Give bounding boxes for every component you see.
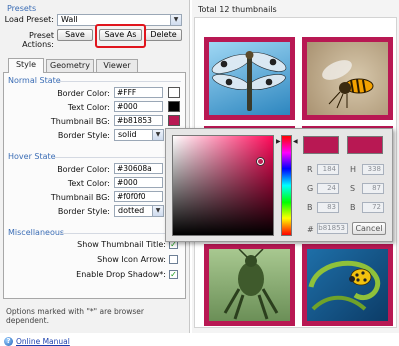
ladybug-image [307,249,388,321]
normal-text-color-swatch[interactable] [168,101,180,112]
delete-button[interactable]: Delete [145,29,182,41]
hover-thumb-bg-label: Thumbnail BG: [50,193,110,202]
normal-thumb-bg-swatch[interactable] [168,115,180,126]
dragonfly-image [209,42,290,115]
tab-style[interactable]: Style [8,58,44,73]
hover-border-color-label: Border Color: [57,165,110,174]
section-divider [60,233,181,234]
hover-thumb-bg-input[interactable]: #f0f0f0 [114,191,163,202]
normal-text-color-input[interactable]: #000 [114,101,163,112]
normal-thumb-bg-input[interactable]: #b81853 [114,115,163,126]
hue-slider-arrow-right: ◀ [293,138,298,145]
normal-thumb-bg-label: Thumbnail BG: [50,117,110,126]
browser-footnote: Options marked with "*" are browser depe… [6,307,144,325]
saturation-label: S [350,184,356,193]
show-arrow-checkbox[interactable] [169,255,178,264]
brightness-input[interactable]: 72 [362,202,384,213]
normal-border-style-select[interactable]: solid ▼ [114,129,164,141]
color-cursor-handle[interactable] [257,158,264,165]
color-picker-popup: ▶ ◀ R 184 G 24 B 83 H 338 S 87 B 72 # b8… [165,128,393,242]
normal-text-color-label: Text Color: [67,103,110,112]
drop-shadow-label: Enable Drop Shadow*: [76,270,166,279]
thumbnail-grasshopper[interactable] [204,244,295,326]
hover-border-style-value: dotted [118,206,145,215]
chevron-down-icon: ▼ [152,206,163,216]
grasshopper-image [209,249,290,321]
hover-text-color-label: Text Color: [67,179,110,188]
chevron-down-icon: ▼ [152,130,163,140]
thumbnail-count: Total 12 thumbnails [198,5,277,14]
load-preset-value: Wall [61,15,78,24]
normal-border-color-swatch[interactable] [168,87,180,98]
help-icon[interactable]: ? [4,337,13,346]
hover-state-title: Hover State [8,152,56,161]
save-button[interactable]: Save [57,29,93,41]
brightness-label: B [350,203,356,212]
tab-geometry[interactable]: Geometry [46,59,94,73]
green-input[interactable]: 24 [317,183,339,194]
tab-viewer[interactable]: Viewer [96,59,138,73]
blue-input[interactable]: 83 [317,202,339,213]
hover-border-style-select[interactable]: dotted ▼ [114,205,164,217]
preset-actions-label: Preset Actions: [22,31,54,49]
current-color-preview[interactable] [347,136,383,154]
saturation-input[interactable]: 87 [362,183,384,194]
show-arrow-label: Show Icon Arrow: [97,255,166,264]
saturation-brightness-field[interactable] [172,135,274,236]
normal-border-style-label: Border Style: [57,131,110,140]
hue-slider[interactable] [281,135,292,236]
drop-shadow-checkbox[interactable]: ✓ [169,270,178,279]
save-as-highlight-box [95,24,146,48]
settings-panel: Presets Load Preset: Wall ▼ Preset Actio… [0,0,190,333]
green-label: G [307,184,314,193]
show-title-label: Show Thumbnail Title: [77,240,166,249]
misc-title: Miscellaneous [8,228,65,237]
thumbnail-wasp[interactable] [302,37,393,120]
normal-border-color-input[interactable]: #FFF [114,87,163,98]
hue-input[interactable]: 338 [362,164,384,175]
thumbnail-ladybug[interactable] [302,244,393,326]
section-divider [58,81,181,82]
chevron-down-icon: ▼ [170,15,181,25]
presets-group-title: Presets [7,4,37,13]
hex-input[interactable]: b81853 [317,223,348,234]
hue-slider-arrow-left: ▶ [276,138,281,145]
new-color-preview [303,136,339,154]
wasp-image [307,42,388,115]
section-divider [54,157,181,158]
online-manual-link[interactable]: Online Manual [16,337,70,346]
normal-state-title: Normal State [8,76,61,85]
hover-text-color-input[interactable]: #000 [114,177,163,188]
hue-label: H [350,165,357,174]
cancel-button[interactable]: Cancel [352,222,386,235]
hover-border-color-input[interactable]: #30608a [114,163,163,174]
style-tab-panel: Normal State Border Color: #FFF Text Col… [3,72,186,299]
blue-label: B [307,203,313,212]
normal-border-color-label: Border Color: [57,89,110,98]
thumbnail-dragonfly[interactable] [204,37,295,120]
hover-border-style-label: Border Style: [57,207,110,216]
red-input[interactable]: 184 [317,164,339,175]
load-preset-label: Load Preset: [4,15,54,24]
hex-label: # [307,225,314,234]
red-label: R [307,165,313,174]
normal-border-style-value: solid [118,130,137,139]
